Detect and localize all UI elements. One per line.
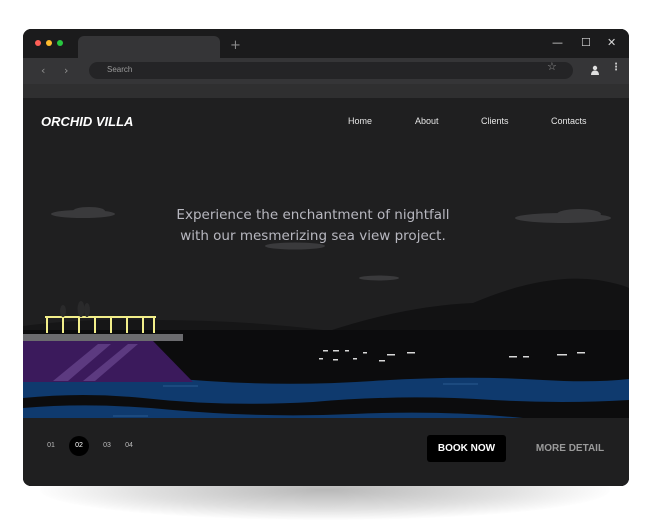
- hero-line-2: with our mesmerizing sea view project.: [180, 228, 446, 244]
- web-page: ORCHID VILLA Home About Clients Contacts…: [23, 98, 629, 486]
- address-placeholder: Search: [107, 65, 133, 74]
- bookmark-star-icon[interactable]: ☆: [547, 60, 557, 73]
- minimize-icon[interactable]: —: [552, 37, 563, 48]
- new-tab-icon[interactable]: +: [230, 39, 241, 52]
- hero-footer: 01 02 03 04 BOOK NOW MORE DETAIL: [23, 418, 629, 486]
- slide-dot-04[interactable]: 04: [119, 436, 139, 456]
- nav-clients[interactable]: Clients: [481, 116, 509, 126]
- toolbar-divider: [23, 84, 629, 98]
- book-now-button[interactable]: BOOK NOW: [427, 435, 506, 462]
- browser-tab[interactable]: [78, 36, 220, 58]
- slide-dot-01[interactable]: 01: [41, 436, 61, 456]
- nav-contacts[interactable]: Contacts: [551, 116, 587, 126]
- site-logo[interactable]: ORCHID VILLA: [41, 114, 133, 129]
- browser-toolbar: ‹ › Search ☆ ⋮: [23, 58, 629, 84]
- hero-line-1: Experience the enchantment of nightfall: [176, 207, 450, 223]
- slide-dot-03[interactable]: 03: [97, 436, 117, 456]
- close-window-dot[interactable]: [35, 40, 41, 46]
- more-detail-button[interactable]: MORE DETAIL: [532, 435, 608, 462]
- minimize-window-dot[interactable]: [46, 40, 52, 46]
- browser-window: + — ☐ ✕ ‹ › Search ☆ ⋮ ORCHID VILLA Home…: [23, 29, 629, 486]
- slide-dot-02[interactable]: 02: [69, 436, 89, 456]
- back-icon[interactable]: ‹: [41, 64, 45, 77]
- maximize-icon[interactable]: ☐: [581, 37, 591, 48]
- title-bar: + — ☐ ✕: [23, 29, 629, 58]
- nav-about[interactable]: About: [415, 116, 439, 126]
- zoom-window-dot[interactable]: [57, 40, 63, 46]
- menu-kebab-icon[interactable]: ⋮: [611, 63, 621, 73]
- close-icon[interactable]: ✕: [607, 37, 616, 48]
- hero-headline: Experience the enchantment of nightfall …: [113, 205, 513, 247]
- address-bar[interactable]: Search: [89, 62, 573, 79]
- forward-icon[interactable]: ›: [64, 64, 68, 77]
- profile-icon[interactable]: [590, 65, 600, 75]
- nav-home[interactable]: Home: [348, 116, 372, 126]
